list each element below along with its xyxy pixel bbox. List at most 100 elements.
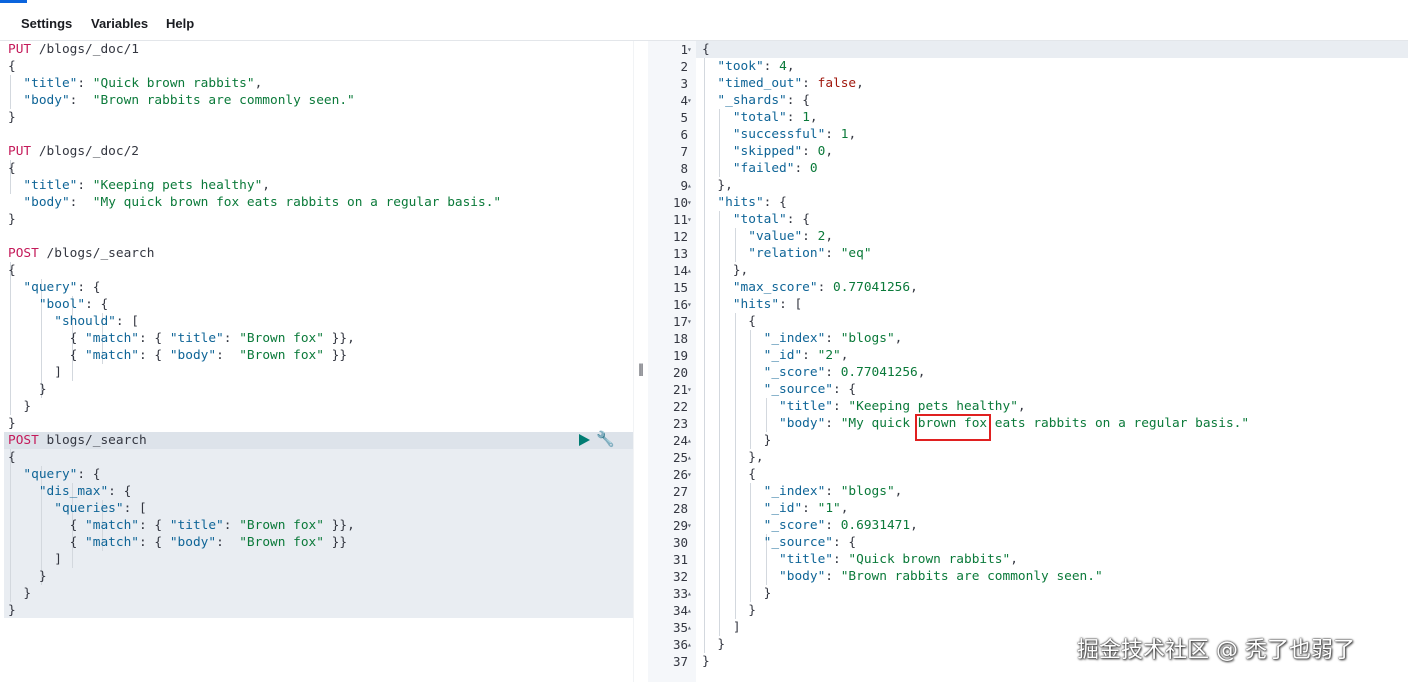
response-line: "_index": "blogs", [763, 484, 903, 499]
line-number: 15 [672, 280, 688, 295]
response-line: "_source": { [763, 382, 857, 397]
request-line[interactable]: ] [8, 364, 62, 381]
fold-close-icon[interactable]: ▴ [687, 177, 692, 194]
fold-open-icon[interactable]: ▾ [687, 41, 692, 58]
fold-close-icon[interactable]: ▴ [687, 619, 692, 636]
request-line[interactable]: } [8, 381, 47, 398]
request-line[interactable]: "title": "Keeping pets healthy", [8, 177, 270, 194]
response-line: } [702, 433, 772, 448]
response-line: } [702, 637, 726, 652]
request-line[interactable]: POST /blogs/_search [8, 245, 154, 262]
fold-close-icon[interactable]: ▴ [687, 602, 692, 619]
menu-variables[interactable]: Variables [91, 16, 148, 31]
menu-help[interactable]: Help [166, 16, 194, 31]
line-number: 37 [672, 654, 688, 669]
request-line[interactable]: { "match": { "body": "Brown fox" }} [8, 347, 347, 364]
request-line[interactable]: PUT /blogs/_doc/2 [8, 143, 139, 160]
request-line[interactable]: { [8, 160, 16, 177]
pane-resizer[interactable]: || [633, 41, 649, 682]
request-line[interactable]: { "match": { "title": "Brown fox" }}, [8, 330, 355, 347]
response-line: "hits": { [717, 195, 787, 210]
response-line: "value": 2, [748, 229, 834, 244]
response-line: } [702, 654, 710, 669]
run-request-icon[interactable] [579, 434, 590, 446]
fold-close-icon[interactable]: ▴ [687, 449, 692, 466]
request-line[interactable]: { "match": { "title": "Brown fox" }}, [8, 517, 355, 534]
line-number: 8 [680, 161, 688, 176]
response-line: }, [702, 263, 749, 278]
resize-grip-icon[interactable]: || [638, 362, 644, 376]
fold-close-icon[interactable]: ▴ [687, 432, 692, 449]
request-line[interactable]: } [8, 211, 16, 228]
match-highlight-box [915, 414, 991, 441]
fold-open-icon[interactable]: ▾ [687, 92, 692, 109]
request-line[interactable]: { [8, 262, 16, 279]
wrench-icon[interactable]: 🔧 [596, 430, 615, 448]
line-number: 33 [672, 586, 688, 601]
watermark: 掘金技术社区 @ 秃了也弱了 [1077, 638, 1355, 663]
request-line[interactable]: } [8, 415, 16, 432]
current-line-highlight [696, 41, 1408, 58]
request-line[interactable]: PUT /blogs/_doc/1 [8, 41, 139, 58]
line-number: 13 [672, 246, 688, 261]
request-line[interactable]: "should": [ [8, 313, 139, 330]
response-line: ] [702, 620, 741, 635]
fold-open-icon[interactable]: ▾ [687, 296, 692, 313]
response-line: "_score": 0.77041256, [763, 365, 926, 380]
fold-close-icon[interactable]: ▴ [687, 585, 692, 602]
menu-settings[interactable]: Settings [21, 16, 72, 31]
request-line[interactable]: "bool": { [8, 296, 108, 313]
response-line: "timed_out": false, [717, 76, 864, 91]
request-line[interactable]: ] [8, 551, 62, 568]
request-line[interactable]: "queries": [ [8, 500, 146, 517]
line-number: 34 [672, 603, 688, 618]
line-number: 31 [672, 552, 688, 567]
line-number: 6 [680, 127, 688, 142]
request-line[interactable]: { [8, 58, 16, 75]
line-number: 20 [672, 365, 688, 380]
line-number: 10 [672, 195, 688, 210]
request-line[interactable]: POST blogs/_search [8, 432, 147, 449]
request-editor[interactable]: PUT /blogs/_doc/1{ "title": "Quick brown… [0, 41, 633, 682]
line-number: 4 [680, 93, 688, 108]
line-number: 32 [672, 569, 688, 584]
fold-open-icon[interactable]: ▾ [687, 517, 692, 534]
request-line[interactable]: "dis_max": { [8, 483, 131, 500]
response-line: { [702, 467, 756, 482]
request-line[interactable]: } [8, 602, 16, 619]
request-line[interactable]: } [8, 585, 31, 602]
response-line: "total": 1, [732, 110, 818, 125]
fold-open-icon[interactable]: ▾ [687, 313, 692, 330]
request-line[interactable]: "title": "Quick brown rabbits", [8, 75, 262, 92]
response-line: "_id": "1", [763, 501, 849, 516]
request-line[interactable]: "body": "Brown rabbits are commonly seen… [8, 92, 354, 109]
fold-open-icon[interactable]: ▾ [687, 194, 692, 211]
request-line[interactable]: { [8, 449, 16, 466]
line-number: 27 [672, 484, 688, 499]
fold-close-icon[interactable]: ▴ [687, 262, 692, 279]
response-line: } [702, 603, 756, 618]
active-tab-indicator [0, 0, 27, 3]
line-number: 9 [680, 178, 688, 193]
request-line[interactable]: "query": { [8, 279, 100, 296]
response-line: { [702, 314, 756, 329]
response-line: "_shards": { [717, 93, 810, 108]
fold-open-icon[interactable]: ▾ [687, 211, 692, 228]
response-line: "skipped": 0, [732, 144, 834, 159]
fold-close-icon[interactable]: ▴ [687, 636, 692, 653]
line-number: 16 [672, 297, 688, 312]
request-line[interactable]: } [8, 109, 16, 126]
request-line[interactable]: { "match": { "body": "Brown fox" }} [8, 534, 347, 551]
response-line: "relation": "eq" [748, 246, 872, 261]
line-number: 26 [672, 467, 688, 482]
request-line[interactable]: } [8, 568, 47, 585]
response-line: "title": "Quick brown rabbits", [779, 552, 1018, 567]
line-number: 19 [672, 348, 688, 363]
request-line[interactable]: "query": { [8, 466, 100, 483]
response-line: { [702, 42, 710, 57]
request-line[interactable]: "body": "My quick brown fox eats rabbits… [8, 194, 501, 211]
fold-open-icon[interactable]: ▾ [687, 466, 692, 483]
fold-open-icon[interactable]: ▾ [687, 381, 692, 398]
line-number: 22 [672, 399, 688, 414]
request-line[interactable]: } [8, 398, 31, 415]
